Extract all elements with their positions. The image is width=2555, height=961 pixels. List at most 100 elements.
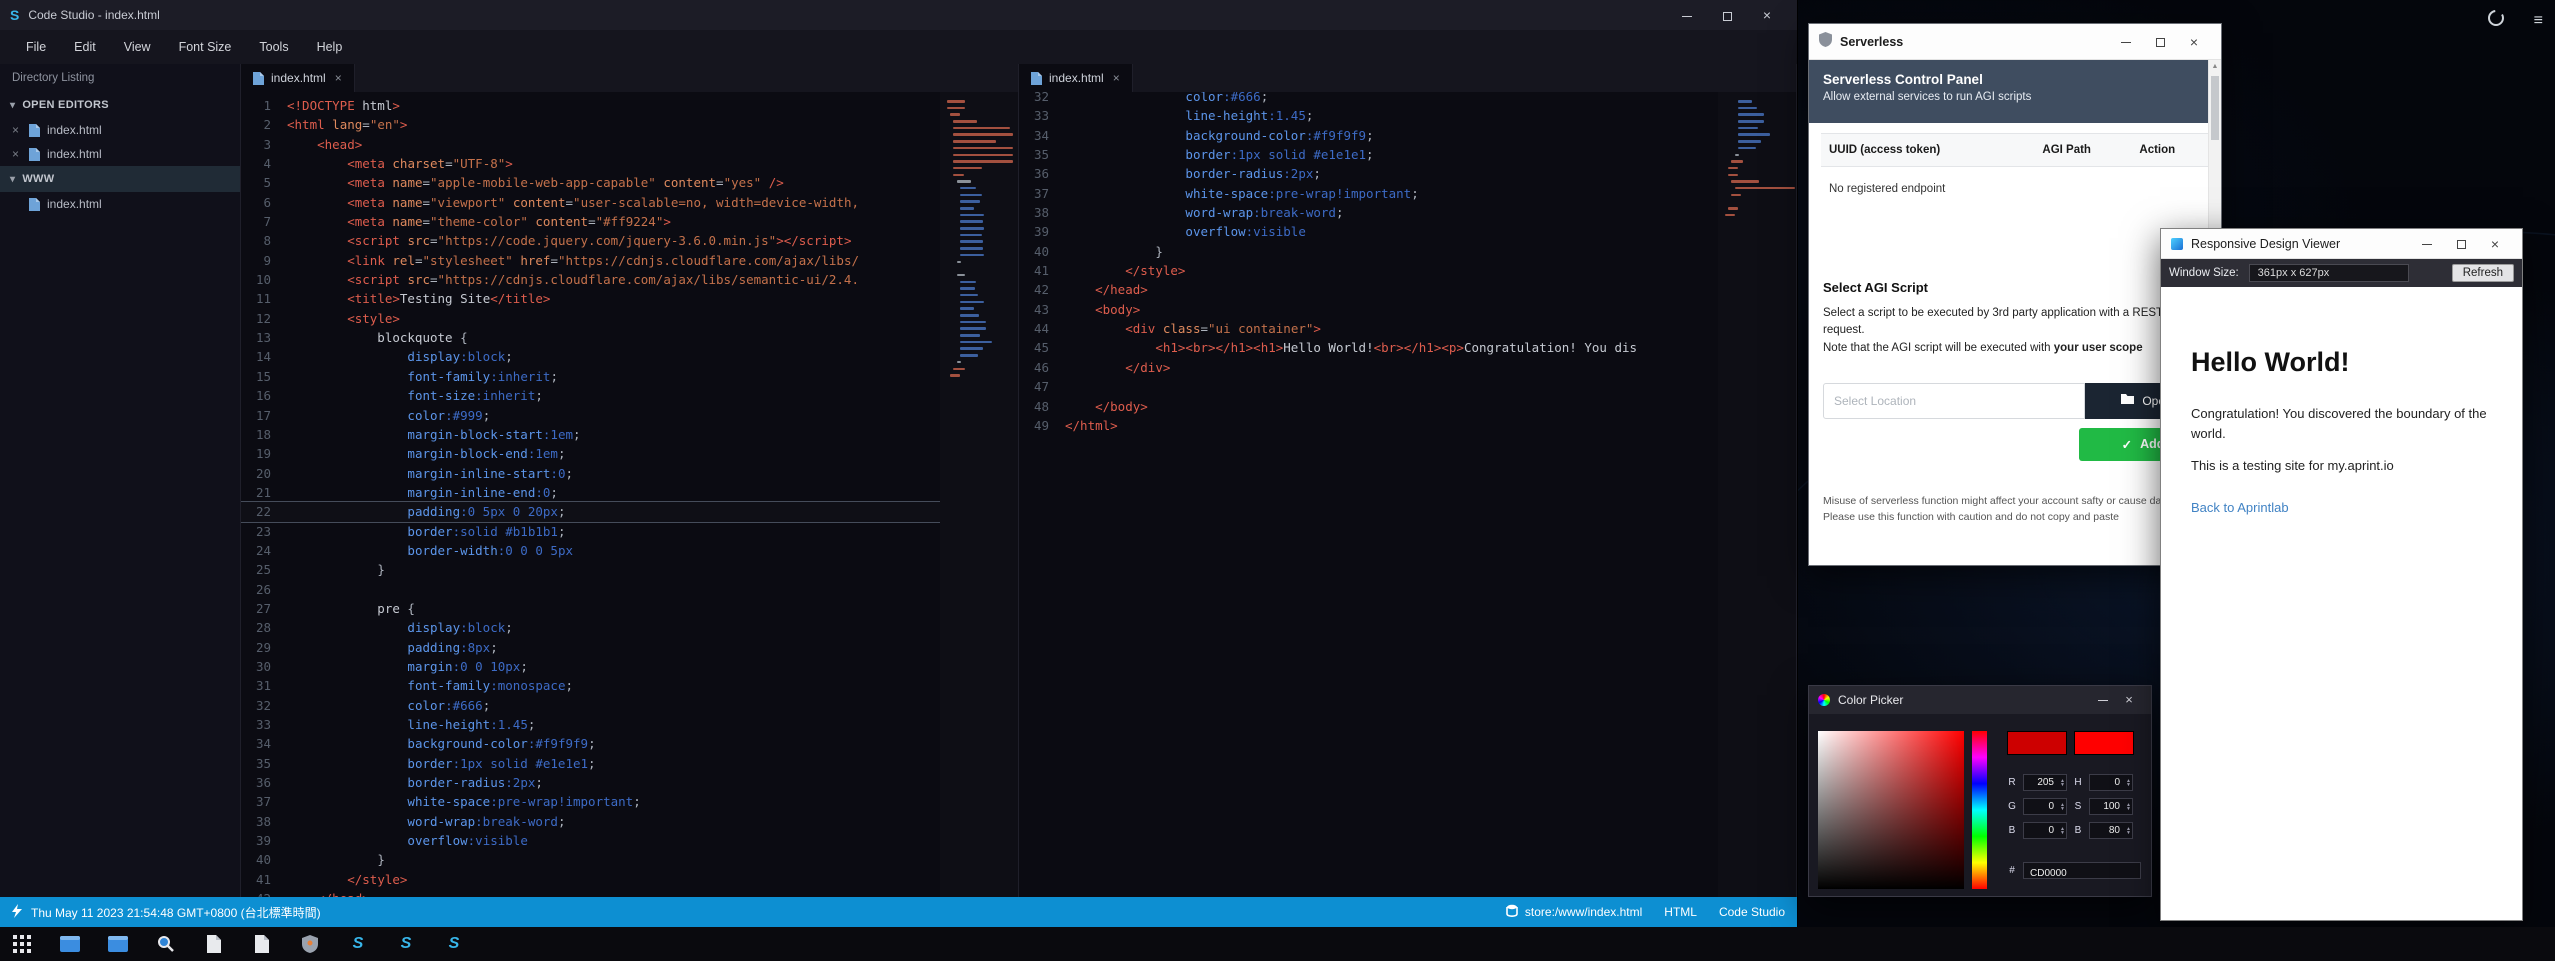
status-language[interactable]: HTML — [1664, 905, 1697, 919]
code-line-30[interactable]: 30 margin:0 0 10px; — [241, 657, 940, 676]
code-line-36[interactable]: 36 border-radius:2px; — [241, 773, 940, 792]
code-line-26[interactable]: 26 — [241, 580, 940, 599]
code-line-6[interactable]: 6 <meta name="viewport" content="user-sc… — [241, 193, 940, 212]
spinner-arrows-icon[interactable]: ▲▼ — [2060, 823, 2065, 838]
code-line-16[interactable]: 16 font-size:inherit; — [241, 386, 940, 405]
code-line-22[interactable]: 22 padding:0 5px 0 20px; — [241, 502, 940, 521]
code-line-46[interactable]: 46 </div> — [1019, 358, 1718, 377]
sidebar-section-open-editors[interactable]: ▾OPEN EDITORS — [0, 92, 240, 118]
spinner-arrows-icon[interactable]: ▲▼ — [2126, 775, 2131, 790]
code-line-39[interactable]: 39 overflow:visible — [241, 831, 940, 850]
refresh-button[interactable]: Refresh — [2452, 264, 2514, 282]
close-icon[interactable]: × — [12, 147, 22, 161]
code-line-47[interactable]: 47 — [1019, 377, 1718, 396]
code-line-44[interactable]: 44 <div class="ui container"> — [1019, 319, 1718, 338]
window-app-icon[interactable] — [106, 932, 130, 956]
start-menu-icon[interactable] — [10, 932, 34, 956]
sidebar-section-www[interactable]: ▾WWW — [0, 166, 240, 192]
hue-slider[interactable] — [1972, 731, 1987, 889]
code-line-1[interactable]: 1<!DOCTYPE html> — [241, 96, 940, 115]
maximize-button[interactable] — [1707, 0, 1747, 30]
code-line-29[interactable]: 29 padding:8px; — [241, 638, 940, 657]
code-line-34[interactable]: 34 background-color:#f9f9f9; — [241, 734, 940, 753]
code-line-7[interactable]: 7 <meta name="theme-color" content="#ff9… — [241, 212, 940, 231]
code-line-24[interactable]: 24 border-width:0 0 0 5px — [241, 541, 940, 560]
hex-input[interactable] — [2024, 866, 2140, 881]
code-line-19[interactable]: 19 margin-block-end:1em; — [241, 444, 940, 463]
status-remote-icon[interactable] — [12, 904, 22, 921]
code-line-48[interactable]: 48 </body> — [1019, 397, 1718, 416]
scrollbar-thumb[interactable] — [2211, 76, 2219, 140]
code-studio-app-icon[interactable]: S — [346, 932, 370, 956]
code-line-35[interactable]: 35 border:1px solid #e1e1e1; — [241, 754, 940, 773]
scroll-up-icon[interactable]: ▲ — [2209, 63, 2221, 70]
code-line-45[interactable]: 45 <h1><br></h1><h1>Hello World!<br></h1… — [1019, 338, 1718, 357]
code-line-33[interactable]: 33 line-height:1.45; — [241, 715, 940, 734]
spinner-arrows-icon[interactable]: ▲▼ — [2126, 823, 2131, 838]
code-line-40[interactable]: 40 } — [241, 850, 940, 869]
menu-edit[interactable]: Edit — [60, 40, 110, 54]
spinner-arrows-icon[interactable]: ▲▼ — [2060, 799, 2065, 814]
code-line-20[interactable]: 20 margin-inline-start:0; — [241, 464, 940, 483]
code-line-49[interactable]: 49</html> — [1019, 416, 1718, 435]
close-button[interactable]: × — [1747, 0, 1787, 30]
menu-font-size[interactable]: Font Size — [165, 40, 246, 54]
spinner-arrows-icon[interactable]: ▲▼ — [2126, 799, 2131, 814]
close-button[interactable]: × — [2116, 686, 2142, 714]
sidebar-item-index.html[interactable]: ×index.html — [0, 118, 240, 142]
code-line-32[interactable]: 32 color:#666; — [241, 696, 940, 715]
code-line-18[interactable]: 18 margin-block-start:1em; — [241, 425, 940, 444]
minimize-button[interactable] — [2109, 24, 2143, 60]
code-line-23[interactable]: 23 border:solid #b1b1b1; — [241, 522, 940, 541]
code-line-11[interactable]: 11 <title>Testing Site</title> — [241, 289, 940, 308]
maximize-button[interactable] — [2444, 229, 2478, 259]
code-line-36[interactable]: 36 border-radius:2px; — [1019, 164, 1718, 183]
code-line-42[interactable]: 42 </head> — [1019, 280, 1718, 299]
code-line-31[interactable]: 31 font-family:monospace; — [241, 676, 940, 695]
code-line-21[interactable]: 21 margin-inline-end:0; — [241, 483, 940, 502]
window-size-input[interactable] — [2249, 264, 2409, 282]
code-line-14[interactable]: 14 display:block; — [241, 347, 940, 366]
search-app-icon[interactable] — [154, 932, 178, 956]
minimize-button[interactable] — [2410, 229, 2444, 259]
code-line-15[interactable]: 15 font-family:inherit; — [241, 367, 940, 386]
code-studio-app-icon[interactable]: S — [442, 932, 466, 956]
close-icon[interactable]: × — [12, 123, 22, 137]
code-line-9[interactable]: 9 <link rel="stylesheet" href="https://c… — [241, 251, 940, 270]
file-app-icon[interactable] — [202, 932, 226, 956]
minimap[interactable] — [1718, 92, 1796, 897]
tab-index.html[interactable]: index.html× — [1019, 64, 1133, 92]
menu-help[interactable]: Help — [303, 40, 357, 54]
code-editor[interactable]: 1<!DOCTYPE html>2<html lang="en">3 <head… — [241, 92, 940, 897]
minimize-button[interactable] — [1667, 0, 1707, 30]
code-line-38[interactable]: 38 word-wrap:break-word; — [1019, 203, 1718, 222]
status-file-path[interactable]: store:/www/index.html — [1525, 905, 1642, 919]
code-line-40[interactable]: 40 } — [1019, 242, 1718, 261]
code-line-25[interactable]: 25 } — [241, 560, 940, 579]
code-line-37[interactable]: 37 white-space:pre-wrap!important; — [241, 792, 940, 811]
code-line-43[interactable]: 43 <body> — [1019, 300, 1718, 319]
close-button[interactable]: × — [2478, 229, 2512, 259]
saturation-brightness-field[interactable] — [1818, 731, 1964, 889]
sidebar-item-index.html[interactable]: ×index.html — [0, 142, 240, 166]
minimize-button[interactable] — [2090, 686, 2116, 714]
close-button[interactable]: × — [2177, 24, 2211, 60]
code-line-37[interactable]: 37 white-space:pre-wrap!important; — [1019, 184, 1718, 203]
tab-index.html[interactable]: index.html× — [241, 64, 355, 92]
code-studio-app-icon[interactable]: S — [394, 932, 418, 956]
menu-view[interactable]: View — [110, 40, 165, 54]
maximize-button[interactable] — [2143, 24, 2177, 60]
code-line-33[interactable]: 33 line-height:1.45; — [1019, 106, 1718, 125]
code-line-32[interactable]: 32 color:#666; — [1019, 92, 1718, 106]
code-line-38[interactable]: 38 word-wrap:break-word; — [241, 812, 940, 831]
sidebar-item-index.html[interactable]: index.html — [0, 192, 240, 216]
code-line-3[interactable]: 3 <head> — [241, 135, 940, 154]
code-line-5[interactable]: 5 <meta name="apple-mobile-web-app-capab… — [241, 173, 940, 192]
code-line-27[interactable]: 27 pre { — [241, 599, 940, 618]
code-editor[interactable]: 32 color:#666;33 line-height:1.45;34 bac… — [1019, 92, 1718, 897]
refresh-circle-icon[interactable] — [2486, 8, 2506, 33]
tab-close-icon[interactable]: × — [1113, 71, 1120, 85]
code-line-41[interactable]: 41 </style> — [1019, 261, 1718, 280]
code-line-4[interactable]: 4 <meta charset="UTF-8"> — [241, 154, 940, 173]
code-line-8[interactable]: 8 <script src="https://code.jquery.com/j… — [241, 231, 940, 250]
